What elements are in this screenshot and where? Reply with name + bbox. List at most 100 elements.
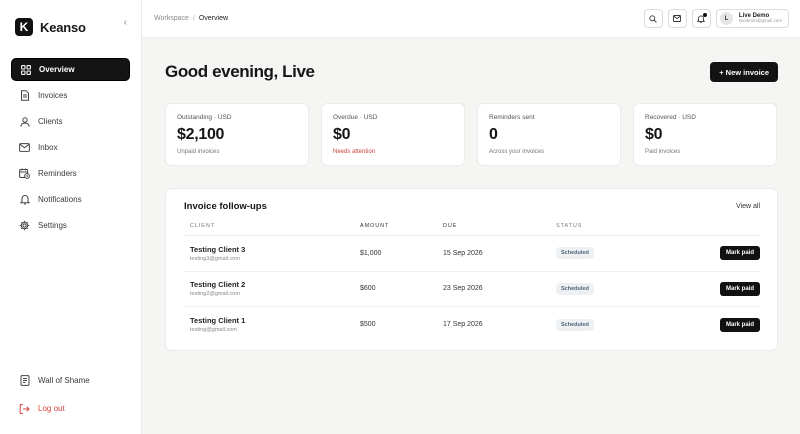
action-cell: Mark paid — [655, 235, 760, 272]
client-name: Testing Client 3 — [190, 244, 246, 254]
brand-logo: K — [15, 18, 33, 36]
sidebar-item-label: Reminders — [38, 169, 77, 178]
sidebar-bottom: Wall of Shame Log out — [11, 369, 130, 420]
user-email: livedemo@gmail.com — [738, 18, 782, 24]
stat-label: Outstanding · USD — [177, 114, 232, 121]
sidebar-item-notifications[interactable]: Notifications — [11, 188, 130, 211]
sidebar-item-label: Settings — [38, 221, 67, 230]
sidebar-item-clients[interactable]: Clients — [11, 110, 130, 133]
sidebar-item-invoices[interactable]: Invoices — [11, 84, 130, 107]
search-icon — [649, 14, 658, 23]
stat-subtext: Needs attention — [333, 149, 376, 155]
table-row: Testing Client 3 testing3@gmail.com $1,0… — [184, 235, 760, 272]
client-email: testing3@gmail.com — [190, 255, 240, 262]
status-cell: Scheduled — [556, 271, 656, 307]
sidebar-item-label: Overview — [39, 65, 75, 74]
notifications-button[interactable] — [691, 9, 711, 28]
followups-table: CLIENT AMOUNT DUE STATUS Testing Client … — [184, 223, 760, 342]
status-badge: Scheduled — [556, 247, 594, 260]
logout-button[interactable]: Log out — [11, 397, 130, 420]
mark-paid-button[interactable]: Mark paid — [719, 281, 760, 296]
sidebar-item-wall-of-shame[interactable]: Wall of Shame — [11, 369, 130, 392]
column-header-client: CLIENT — [184, 223, 360, 236]
stat-value: $2,100 — [177, 126, 225, 143]
new-invoice-button[interactable]: + New invoice — [710, 62, 778, 82]
panel-header: Invoice follow-ups View all — [184, 201, 760, 212]
topbar: Workspace / Overview L Live Demo livedem… — [142, 0, 800, 38]
sidebar-item-label: Clients — [38, 117, 63, 126]
app-root: K Keanso ‹ Overview Invoices Clients Inb… — [0, 0, 800, 434]
grid-icon — [20, 64, 31, 75]
search-button[interactable] — [643, 9, 663, 28]
overview-content: Good evening, Live + New invoice Outstan… — [142, 38, 800, 351]
due-cell: 17 Sep 2026 — [443, 321, 483, 328]
main-area: Workspace / Overview L Live Demo livedem… — [142, 0, 800, 434]
sidebar-item-label: Invoices — [38, 91, 68, 100]
action-cell: Mark paid — [655, 307, 760, 343]
notification-dot — [702, 13, 707, 17]
column-header-status: STATUS — [556, 223, 656, 236]
table-row: Testing Client 1 testing@gmail.com $500 … — [184, 307, 760, 343]
sidebar-item-label: Inbox — [38, 143, 58, 152]
avatar: L — [719, 12, 733, 25]
mark-paid-button[interactable]: Mark paid — [719, 317, 760, 332]
due-cell: 23 Sep 2026 — [443, 271, 556, 307]
gear-icon — [19, 220, 30, 231]
stats-grid: Outstanding · USD $2,100 Unpaid invoices… — [165, 103, 778, 166]
amount-cell: $500 — [360, 321, 376, 328]
invoice-followups-panel: Invoice follow-ups View all CLIENT AMOUN… — [165, 188, 778, 351]
breadcrumb-separator: / — [192, 15, 195, 22]
action-cell: Mark paid — [655, 271, 760, 307]
stat-card-reminders: Reminders sent 0 Across your invoices — [477, 103, 621, 166]
stat-value: 0 — [489, 126, 498, 143]
mark-paid-button[interactable]: Mark paid — [719, 246, 760, 261]
status-badge: Scheduled — [556, 282, 594, 295]
file-icon — [19, 90, 30, 101]
amount-cell: $600 — [360, 271, 443, 307]
client-cell: Testing Client 1 testing@gmail.com — [184, 307, 360, 343]
status-badge: Scheduled — [556, 318, 594, 331]
calendar-clock-icon — [19, 168, 30, 179]
stat-card-overdue: Overdue · USD $0 Needs attention — [321, 103, 465, 166]
sidebar: K Keanso ‹ Overview Invoices Clients Inb… — [0, 0, 142, 434]
view-all-link[interactable]: View all — [736, 203, 760, 210]
inbox-button[interactable] — [667, 9, 687, 28]
client-cell: Testing Client 3 testing3@gmail.com — [184, 235, 360, 272]
status-cell: Scheduled — [556, 235, 656, 272]
topbar-actions: L Live Demo livedemo@gmail.com — [643, 9, 789, 28]
stat-value: $0 — [333, 126, 351, 143]
stat-card-outstanding: Outstanding · USD $2,100 Unpaid invoices — [165, 103, 309, 166]
sidebar-item-settings[interactable]: Settings — [11, 214, 130, 237]
sidebar-nav: Overview Invoices Clients Inbox Reminder… — [11, 58, 130, 237]
sidebar-item-label: Notifications — [38, 195, 82, 204]
mail-icon — [19, 142, 30, 153]
stat-subtext: Unpaid invoices — [177, 149, 220, 155]
mail-icon — [673, 15, 682, 22]
chevron-left-icon[interactable]: ‹ — [124, 18, 127, 28]
client-email: testing@gmail.com — [190, 327, 237, 333]
breadcrumb-root[interactable]: Workspace — [154, 15, 189, 22]
breadcrumb: Workspace / Overview — [154, 15, 228, 22]
breadcrumb-current: Overview — [198, 15, 229, 22]
column-header-action — [655, 223, 760, 236]
stat-subtext: Across your invoices — [489, 149, 545, 155]
column-header-due: DUE — [443, 223, 556, 236]
user-menu[interactable]: L Live Demo livedemo@gmail.com — [715, 9, 789, 28]
due-cell: 15 Sep 2026 — [443, 235, 556, 272]
table-header-row: CLIENT AMOUNT DUE STATUS — [184, 223, 760, 236]
client-email: testing2@gmail.com — [190, 291, 240, 298]
client-name: Testing Client 2 — [190, 280, 246, 290]
stat-label: Recovered · USD — [645, 114, 696, 121]
heading-row: Good evening, Live + New invoice — [165, 62, 778, 82]
sidebar-item-label: Log out — [38, 404, 65, 413]
document-icon — [19, 375, 30, 386]
user-info: Live Demo livedemo@gmail.com — [739, 13, 782, 24]
stat-label: Reminders sent — [489, 114, 535, 121]
brand-name: Keanso — [40, 19, 86, 35]
sidebar-item-overview[interactable]: Overview — [11, 58, 130, 81]
brand: K Keanso — [15, 16, 130, 38]
sidebar-item-inbox[interactable]: Inbox — [11, 136, 130, 159]
sidebar-item-reminders[interactable]: Reminders — [11, 162, 130, 185]
client-cell: Testing Client 2 testing2@gmail.com — [184, 271, 360, 307]
user-icon — [19, 116, 30, 127]
